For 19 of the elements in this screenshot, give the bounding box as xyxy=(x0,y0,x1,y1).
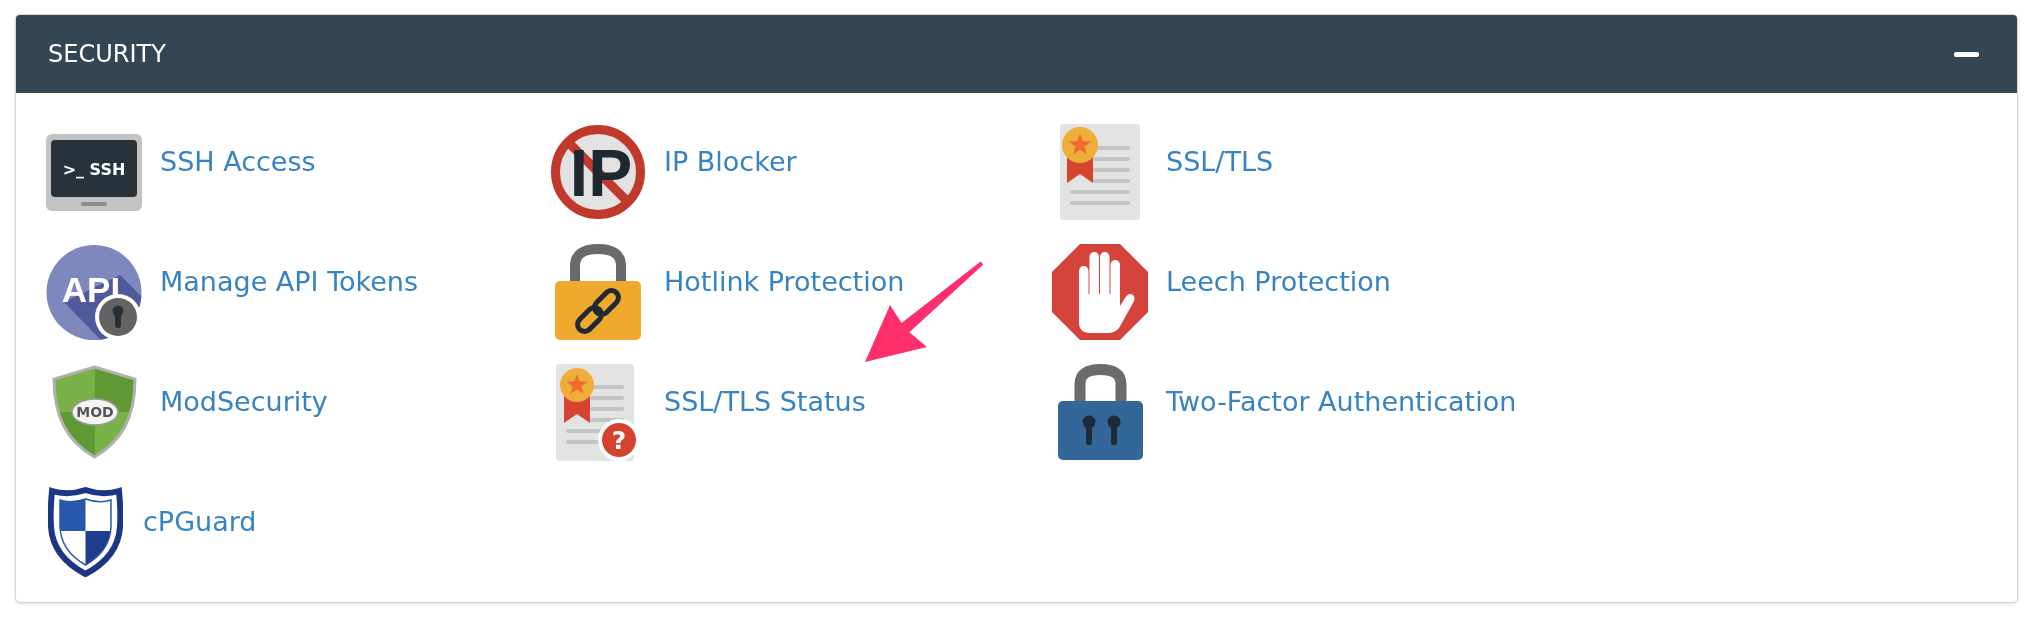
terminal-icon[interactable]: >_ SSH xyxy=(46,133,142,211)
shield-icon[interactable]: MOD xyxy=(51,365,137,459)
minus-icon[interactable] xyxy=(1954,51,1979,57)
quartered-shield-icon[interactable] xyxy=(48,487,123,577)
tool-link[interactable]: SSL/TLS xyxy=(1166,145,1274,179)
panel-title: SECURITY xyxy=(48,40,166,68)
tool-link[interactable]: cPGuard xyxy=(143,505,257,539)
padlock-link-icon[interactable] xyxy=(555,244,641,340)
tool-link[interactable]: Hotlink Protection xyxy=(664,265,905,299)
tool-link[interactable]: SSL/TLS Status xyxy=(664,385,866,419)
tool-link[interactable]: SSH Access xyxy=(160,145,316,179)
tool-link[interactable]: Two-Factor Authentication xyxy=(1166,385,1517,419)
padlock-icon[interactable] xyxy=(1057,364,1143,460)
tool-link[interactable]: Leech Protection xyxy=(1166,265,1391,299)
tool-link[interactable]: ModSecurity xyxy=(160,385,328,419)
tool-link[interactable]: Manage API Tokens xyxy=(160,265,419,299)
stop-hand-icon[interactable] xyxy=(1052,244,1148,340)
certificate-icon[interactable] xyxy=(1060,124,1140,220)
tool-link[interactable]: IP Blocker xyxy=(664,145,797,179)
